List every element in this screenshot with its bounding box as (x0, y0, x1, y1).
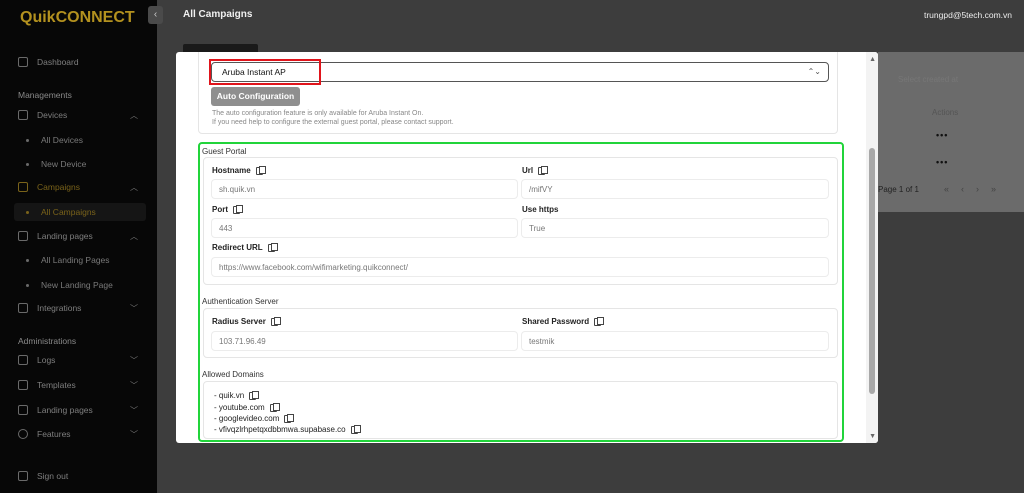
scroll-up-icon[interactable]: ▲ (869, 56, 876, 63)
dashboard-icon (18, 57, 28, 67)
sidebar-item-label: Campaigns (37, 182, 80, 192)
gear-icon (18, 429, 28, 439)
sidebar-item-label: Devices (37, 110, 68, 120)
auto-configuration-button[interactable]: Auto Configuration (211, 87, 300, 106)
sidebar-item-admin-landing-pages[interactable]: Landing pages ﹀ (18, 402, 148, 418)
integrations-icon (18, 303, 28, 313)
sidebar-item-label: All Landing Pages (41, 255, 110, 265)
created-at-select[interactable]: Select created at (888, 75, 1018, 89)
scroll-thumb[interactable] (869, 148, 875, 394)
sidebar-item-all-landing-pages[interactable]: All Landing Pages (26, 255, 110, 265)
sidebar-item-label: Landing pages (37, 231, 93, 241)
sidebar-item-all-campaigns[interactable]: All Campaigns (26, 207, 96, 217)
sidebar-item-logs[interactable]: Logs ﹀ (18, 352, 148, 368)
chevron-up-icon: ︿ (130, 182, 138, 192)
sidebar-item-campaigns[interactable]: Campaigns ︿ (18, 179, 148, 195)
sidebar-item-label: Dashboard (37, 57, 79, 67)
templates-icon (18, 380, 28, 390)
row-menu-button[interactable]: ••• (936, 130, 948, 140)
chevron-down-icon: ﹀ (130, 355, 138, 365)
landing-pages-icon (18, 405, 28, 415)
sidebar-item-integrations[interactable]: Integrations ﹀ (18, 300, 148, 316)
sidebar: QuikCONNECT Dashboard Managements Device… (0, 0, 157, 493)
user-menu[interactable]: trungpd@5tech.com.vn (924, 10, 1012, 20)
sidebar-item-new-device[interactable]: New Device (26, 159, 86, 169)
sidebar-item-label: All Devices (41, 135, 84, 145)
sidebar-item-templates[interactable]: Templates ﹀ (18, 377, 148, 393)
chevron-up-icon: ︿ (130, 110, 138, 120)
sign-out-icon (18, 471, 28, 481)
sidebar-item-dashboard[interactable]: Dashboard (18, 54, 148, 70)
campaigns-icon (18, 182, 28, 192)
auto-config-note: The auto configuration feature is only a… (212, 110, 424, 117)
campaign-config-modal: Aruba Instant AP ⌃⌄ Auto Configuration T… (176, 52, 878, 443)
app-logo: QuikCONNECT (20, 9, 135, 26)
section-managements: Managements (18, 90, 72, 100)
row-menu-button[interactable]: ••• (936, 157, 948, 167)
chevron-down-icon: ﹀ (130, 405, 138, 415)
sidebar-item-label: Sign out (37, 471, 69, 481)
pagination-text: Page 1 of 1 (878, 185, 919, 194)
sidebar-item-label: New Device (41, 159, 87, 169)
bullet-icon (26, 162, 29, 166)
page-title: All Campaigns (183, 9, 253, 20)
sidebar-item-label: Landing pages (37, 405, 93, 415)
bullet-icon (26, 210, 29, 214)
sidebar-item-new-landing-page[interactable]: New Landing Page (26, 280, 113, 290)
sidebar-item-label: Logs (37, 355, 56, 365)
sidebar-item-label: Integrations (37, 303, 82, 313)
sidebar-item-sign-out[interactable]: Sign out (18, 468, 148, 484)
chevron-down-icon: ﹀ (130, 303, 138, 313)
sidebar-item-label: New Landing Page (41, 280, 113, 290)
sidebar-item-label: Features (37, 429, 71, 439)
logs-icon (18, 355, 28, 365)
support-note: If you need help to configure the extern… (212, 119, 454, 126)
pagination-controls[interactable]: «‹›» (944, 184, 1008, 194)
collapse-sidebar-button[interactable]: ‹ (148, 6, 163, 24)
highlight-green-box (198, 142, 844, 442)
sidebar-item-label: Templates (37, 380, 76, 390)
sidebar-item-features[interactable]: Features ﹀ (18, 426, 148, 442)
modal-scrollbar[interactable]: ▲ ▼ (866, 52, 878, 443)
sidebar-item-landing-pages[interactable]: Landing pages ︿ (18, 228, 148, 244)
sidebar-item-all-devices[interactable]: All Devices (26, 135, 83, 145)
chevron-up-icon: ︿ (130, 231, 138, 241)
highlight-red-box (209, 59, 321, 85)
chevron-down-icon: ﹀ (130, 380, 138, 390)
bullet-icon (26, 138, 29, 142)
chevron-updown-icon: ⌃⌄ (807, 67, 821, 76)
scroll-down-icon[interactable]: ▼ (869, 433, 876, 440)
chevron-down-icon: ﹀ (130, 429, 138, 439)
landing-pages-icon (18, 231, 28, 241)
devices-icon (18, 110, 28, 120)
sidebar-item-devices[interactable]: Devices ︿ (18, 107, 148, 123)
sidebar-item-label: All Campaigns (41, 207, 96, 217)
bullet-icon (26, 258, 29, 262)
actions-column-header: Actions (932, 108, 959, 117)
bullet-icon (26, 283, 29, 287)
section-administrations: Administrations (18, 336, 77, 346)
